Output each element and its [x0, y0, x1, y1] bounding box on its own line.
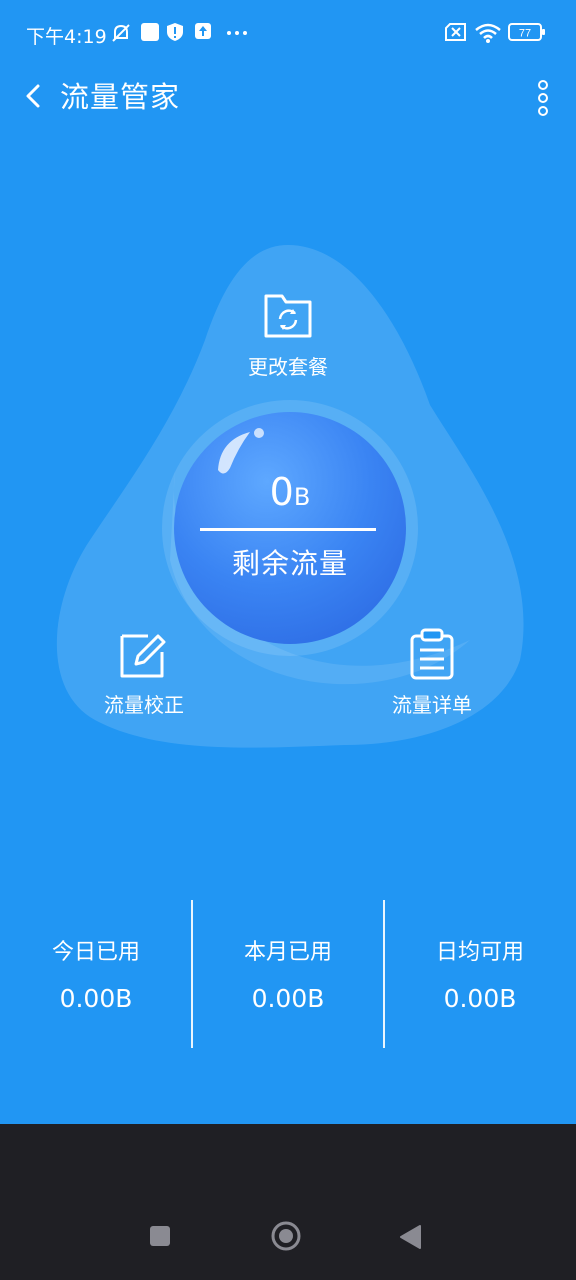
recent-apps-icon[interactable] [148, 1224, 172, 1248]
back-icon[interactable] [398, 1224, 422, 1250]
divider-line [200, 528, 376, 531]
traffic-correction-label: 流量校正 [104, 693, 184, 717]
traffic-details-button[interactable]: 流量详单 [382, 628, 482, 718]
stat-value: 0.00B [443, 984, 517, 1013]
stat-value: 0.00B [251, 984, 325, 1013]
stat-divider [191, 900, 193, 1048]
folder-refresh-icon [264, 294, 312, 338]
remaining-unit: B [293, 483, 311, 511]
traffic-manager-screen: 下午4:19 77 流量管家 0B 剩余流量 更改套餐 流量校正 流量详单 今日… [0, 0, 576, 1124]
usage-stats: 今日已用 0.00B 本月已用 0.00B 日均可用 0.00B [0, 900, 576, 1050]
stat-label: 本月已用 [243, 940, 332, 965]
system-nav-bar [0, 1124, 576, 1280]
stat-divider [383, 900, 385, 1048]
change-plan-button[interactable]: 更改套餐 [238, 290, 338, 380]
ball-spark [254, 428, 264, 438]
edit-icon [120, 634, 166, 678]
traffic-details-label: 流量详单 [392, 693, 472, 717]
home-icon[interactable] [270, 1220, 302, 1252]
remaining-label: 剩余流量 [231, 547, 348, 580]
stat-value: 0.00B [59, 984, 133, 1013]
clipboard-icon [410, 628, 454, 680]
stat-label: 今日已用 [51, 940, 140, 965]
stat-label: 日均可用 [435, 940, 524, 965]
traffic-correction-button[interactable]: 流量校正 [96, 628, 192, 718]
remaining-value: 0 [269, 470, 294, 514]
change-plan-label: 更改套餐 [248, 355, 328, 379]
